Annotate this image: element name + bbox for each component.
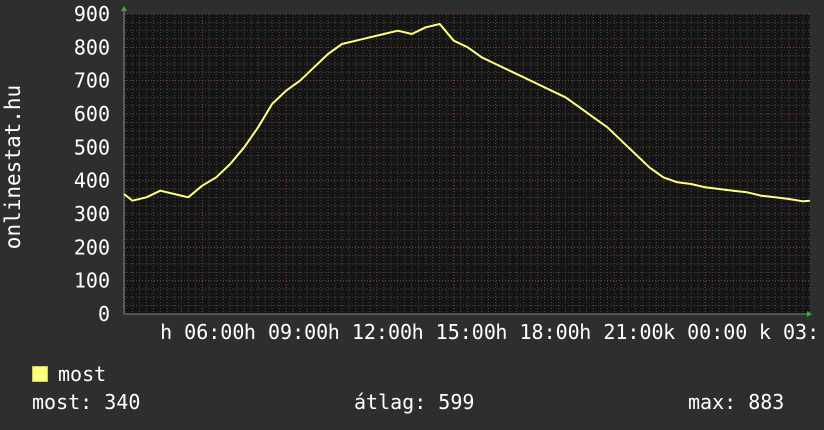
stat-max: max: 883 [688,390,785,414]
x-tick-label: h 12:00 [328,320,412,344]
x-tick-label: h 18:00 [495,320,579,344]
y-axis-label: onlinestat.hu [1,85,25,249]
x-tick-label: h 15:00 [412,320,496,344]
stat-current: most: 340 [32,390,141,414]
y-tick-label: 600 [74,102,110,126]
legend-swatch [32,366,48,382]
x-tick-label: h 21:00 [579,320,663,344]
y-tick-label: 900 [74,2,110,26]
x-tick-label: k 00:00 [663,320,747,344]
stat-average: átlag: 599 [354,390,475,414]
legend: most [32,362,106,386]
line-chart: 0 100 200 300 400 500 600 700 800 900 h 06:00 h 09… [1,2,819,344]
minor-grid [124,13,811,315]
y-tick-label: 200 [74,235,110,259]
y-tick-label: 100 [74,269,110,293]
y-tick-label: 800 [74,35,110,59]
x-tick-label: h 06:00 [160,320,244,344]
y-tick-label: 300 [74,202,110,226]
x-tick-label: h 09:00 [244,320,328,344]
y-tick-label: 500 [74,135,110,159]
y-axis-arrow [121,6,127,11]
y-tick-label: 0 [98,302,110,326]
x-tick-label: k 03: [759,320,819,344]
y-tick-label: 400 [74,169,110,193]
x-tick-labels: h 06:00 h 09:00 h 12:00 h 15:00 h 18:00 h 21:… [160,320,819,344]
legend-label: most [58,362,107,386]
y-tick-label: 700 [74,69,110,93]
y-tick-labels: 0 100 200 300 400 500 600 700 800 900 [74,2,110,326]
